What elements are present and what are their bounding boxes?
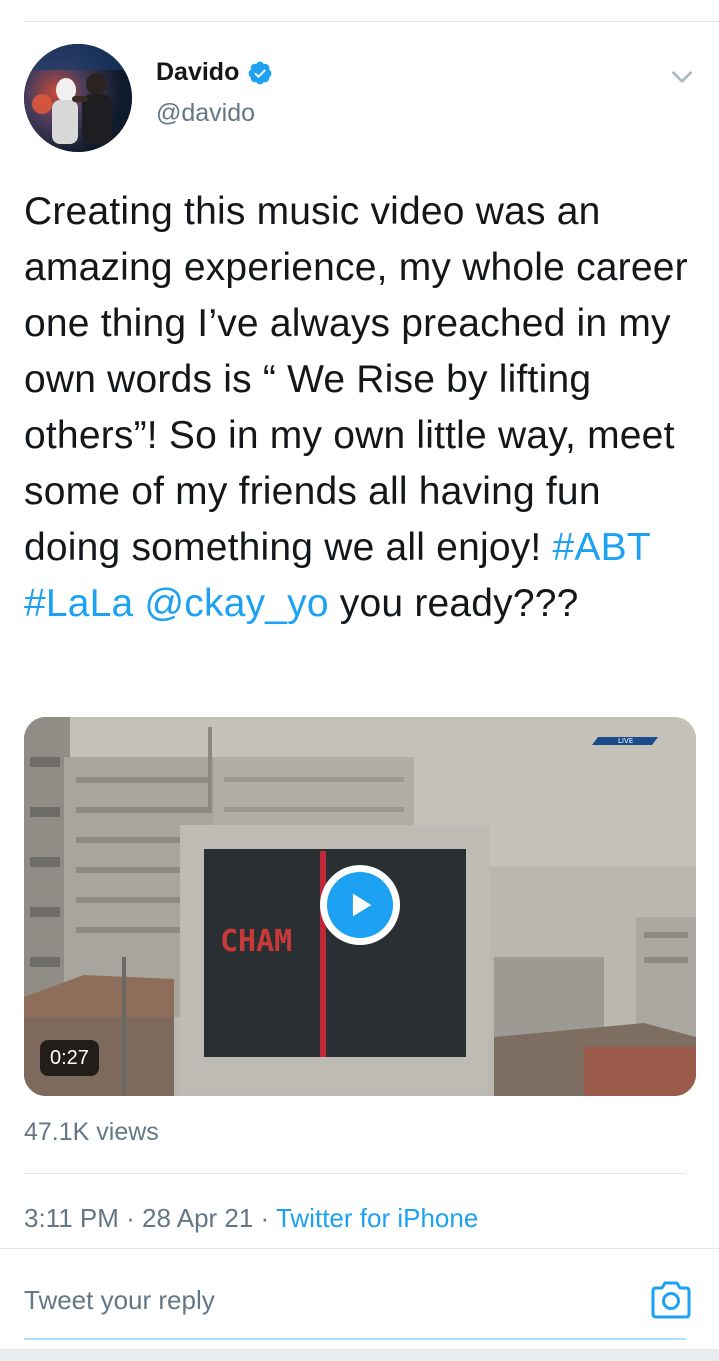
live-badge: LIVE	[618, 737, 633, 745]
video-duration: 0:27	[40, 1040, 99, 1076]
divider	[0, 1248, 719, 1249]
tweet-text-segment: you ready???	[328, 582, 579, 625]
hashtag-link[interactable]: #LaLa	[24, 582, 133, 625]
billboard-text: CHAM	[220, 924, 292, 959]
tweet-source-link[interactable]: Twitter for iPhone	[276, 1203, 478, 1233]
mention-link[interactable]: @ckay_yo	[145, 582, 329, 625]
camera-icon[interactable]	[649, 1279, 693, 1321]
play-icon	[352, 893, 372, 917]
play-button[interactable]	[320, 865, 400, 945]
divider	[24, 1173, 686, 1174]
avatar-image	[24, 44, 132, 152]
tweet-meta: 3:11 PM · 28 Apr 21 · Twitter for iPhone	[24, 1203, 478, 1234]
verified-badge-icon	[248, 61, 272, 84]
meta-separator: ·	[118, 1203, 143, 1233]
reply-bar	[24, 1270, 695, 1330]
avatar[interactable]	[24, 44, 132, 152]
tweet-text-segment: Creating this music video was an amazing…	[24, 190, 688, 569]
reply-input[interactable]	[24, 1270, 624, 1330]
bottom-strip	[0, 1349, 719, 1361]
view-count: 47.1K views	[24, 1118, 159, 1146]
tweet-header: Davido @davido	[24, 44, 695, 154]
video-player[interactable]: CHAM LIVE 0:27	[24, 717, 696, 1096]
top-divider	[24, 21, 719, 22]
author-handle[interactable]: @davido	[156, 99, 273, 128]
author-info: Davido @davido	[156, 58, 273, 128]
tweet-text: Creating this music video was an amazing…	[24, 184, 696, 632]
chevron-down-icon[interactable]	[669, 64, 695, 90]
play-button-inner	[327, 872, 393, 938]
reply-underline	[24, 1338, 686, 1340]
author-name[interactable]: Davido	[156, 58, 239, 87]
name-row: Davido	[156, 58, 273, 87]
tweet-time: 3:11 PM	[24, 1203, 119, 1233]
tweet-text-segment	[133, 582, 144, 625]
meta-separator: ·	[253, 1203, 276, 1233]
hashtag-link[interactable]: #ABT	[552, 526, 650, 569]
tweet-date: 28 Apr 21	[142, 1203, 254, 1233]
